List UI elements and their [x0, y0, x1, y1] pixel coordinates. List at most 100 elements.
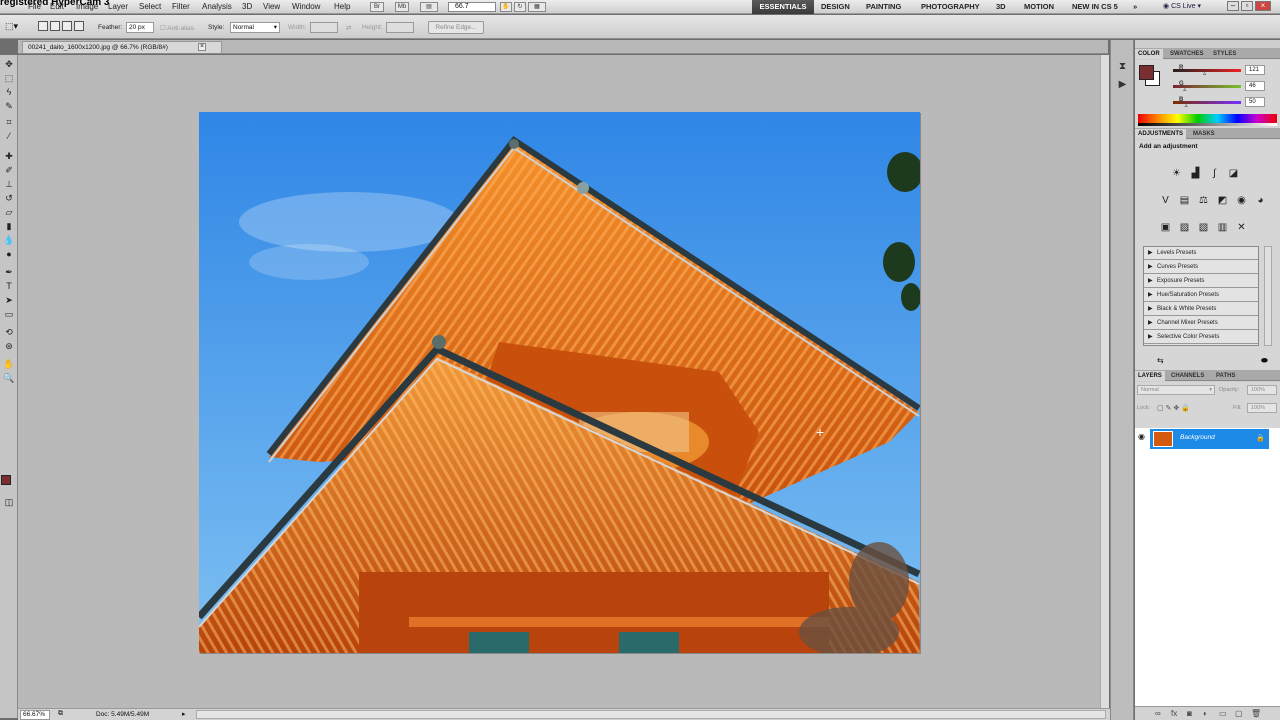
- type-tool-icon[interactable]: T: [2, 281, 16, 292]
- history-panel-icon[interactable]: ⧗: [1116, 60, 1129, 73]
- exposure-icon[interactable]: ◪: [1227, 167, 1240, 180]
- hue-saturation-icon[interactable]: ▤: [1178, 194, 1191, 207]
- maximize-button[interactable]: ▫: [1241, 1, 1253, 11]
- tab-swatches[interactable]: SWATCHES: [1167, 49, 1207, 59]
- history-brush-tool-icon[interactable]: ↺: [2, 193, 16, 204]
- levels-icon[interactable]: ▟: [1189, 167, 1202, 180]
- document-tab[interactable]: 00241_daito_1600x1200.jpg @ 66.7% (RGB/8…: [22, 41, 222, 53]
- foreground-swatch[interactable]: [1139, 65, 1154, 80]
- menu-help[interactable]: Help: [334, 2, 350, 11]
- preset-black-white[interactable]: ▶ Black & White Presets: [1144, 303, 1258, 316]
- posterize-icon[interactable]: ▨: [1178, 221, 1191, 234]
- tab-layers[interactable]: LAYERS: [1135, 371, 1165, 381]
- 3d-rotate-tool-icon[interactable]: ⟲: [2, 327, 16, 338]
- black-white-icon[interactable]: ◩: [1216, 194, 1229, 207]
- close-icon[interactable]: ×: [198, 43, 206, 51]
- preset-curves[interactable]: ▶ Curves Presets: [1144, 261, 1258, 274]
- blend-mode-select[interactable]: Normal ▾: [1137, 385, 1215, 395]
- foreground-color[interactable]: [1, 475, 11, 485]
- opacity-input[interactable]: 100%: [1247, 385, 1277, 395]
- eraser-tool-icon[interactable]: ▱: [2, 207, 16, 218]
- tab-channels[interactable]: CHANNELS: [1168, 371, 1207, 381]
- width-input[interactable]: [310, 22, 338, 33]
- menu-window[interactable]: Window: [292, 2, 320, 11]
- gradient-map-icon[interactable]: ▥: [1216, 221, 1229, 234]
- new-group-icon[interactable]: ▭: [1219, 709, 1227, 718]
- channel-b-value[interactable]: 50: [1245, 97, 1265, 107]
- pen-tool-icon[interactable]: ✒: [2, 267, 16, 278]
- channel-b-thumb[interactable]: ▵: [1185, 103, 1189, 109]
- channel-r-value[interactable]: 121: [1245, 65, 1265, 75]
- horizontal-scrollbar[interactable]: [196, 710, 1106, 719]
- crop-tool-icon[interactable]: ⌗: [2, 117, 16, 128]
- tab-color[interactable]: COLOR: [1135, 49, 1163, 59]
- antialias-checkbox[interactable]: ☐ Anti-alias: [160, 24, 194, 32]
- add-selection-icon[interactable]: [50, 21, 60, 31]
- eyedropper-tool-icon[interactable]: ⁄: [2, 131, 16, 142]
- lasso-tool-icon[interactable]: ϟ: [2, 87, 16, 98]
- menu-3d[interactable]: 3D: [242, 2, 252, 11]
- channel-b-slider[interactable]: [1173, 101, 1241, 104]
- curves-icon[interactable]: ∫: [1208, 167, 1221, 180]
- tab-adjustments[interactable]: ADJUSTMENTS: [1135, 129, 1187, 139]
- menu-filter[interactable]: Filter: [172, 2, 190, 11]
- close-button[interactable]: ×: [1255, 1, 1271, 11]
- status-info-icon[interactable]: ⧉: [58, 710, 63, 718]
- invert-icon[interactable]: ▣: [1159, 221, 1172, 234]
- link-layers-icon[interactable]: ∞: [1155, 709, 1161, 718]
- cs-live-button[interactable]: ◉ CS Live ▾: [1163, 2, 1201, 10]
- path-selection-tool-icon[interactable]: ➤: [2, 295, 16, 306]
- style-select[interactable]: Normal ▾: [230, 22, 280, 33]
- layer-name[interactable]: Background: [1180, 434, 1215, 441]
- canvas-area[interactable]: +: [18, 55, 1108, 708]
- zoom-tool-icon[interactable]: 🔍: [2, 373, 16, 384]
- photo-filter-icon[interactable]: ◉: [1235, 194, 1248, 207]
- arrange-documents-icon[interactable]: ▦: [528, 2, 546, 12]
- status-menu-arrow-icon[interactable]: ▸: [182, 710, 186, 718]
- tab-styles[interactable]: STYLES: [1210, 49, 1239, 59]
- gradient-tool-icon[interactable]: ▮: [2, 221, 16, 232]
- workspace-painting[interactable]: PAINTING: [866, 0, 901, 14]
- preset-channel-mixer[interactable]: ▶ Channel Mixer Presets: [1144, 317, 1258, 330]
- workspace-photography[interactable]: PHOTOGRAPHY: [921, 0, 980, 14]
- layer-style-icon[interactable]: fx: [1171, 709, 1177, 718]
- layer-row[interactable]: ◉ Background 🔒: [1135, 428, 1280, 450]
- return-to-list-icon[interactable]: ⇆: [1157, 356, 1164, 365]
- dodge-tool-icon[interactable]: ●: [2, 249, 16, 260]
- color-swatches[interactable]: [1, 475, 17, 493]
- workspace-essentials[interactable]: ESSENTIALS: [752, 0, 814, 14]
- menu-select[interactable]: Select: [139, 2, 161, 11]
- shape-tool-icon[interactable]: ▭: [2, 309, 16, 320]
- tab-paths[interactable]: PATHS: [1213, 371, 1238, 381]
- healing-brush-tool-icon[interactable]: ✚: [2, 151, 16, 162]
- lock-options-icon[interactable]: ▢ ✎ ✥ 🔒: [1157, 404, 1190, 412]
- move-tool-icon[interactable]: ✥: [2, 59, 16, 70]
- channel-g-value[interactable]: 46: [1245, 81, 1265, 91]
- preset-hue-saturation[interactable]: ▶ Hue/Saturation Presets: [1144, 289, 1258, 302]
- blur-tool-icon[interactable]: 💧: [2, 235, 16, 246]
- subtract-selection-icon[interactable]: [62, 21, 72, 31]
- preset-levels[interactable]: ▶ Levels Presets: [1144, 247, 1258, 260]
- channel-r-slider[interactable]: [1173, 69, 1241, 72]
- workspace-more-button[interactable]: »: [1133, 0, 1137, 14]
- menu-analysis[interactable]: Analysis: [202, 2, 232, 11]
- menu-edit[interactable]: Edit: [50, 2, 64, 11]
- menu-view[interactable]: View: [263, 2, 280, 11]
- hand-tool-icon[interactable]: ✋: [2, 359, 16, 370]
- channel-g-thumb[interactable]: ▵: [1183, 87, 1187, 93]
- zoom-level-select[interactable]: 66.7: [448, 2, 496, 12]
- menu-layer[interactable]: Layer: [108, 2, 128, 11]
- clone-stamp-tool-icon[interactable]: ⊥: [2, 179, 16, 190]
- quick-mask-icon[interactable]: ◫: [2, 497, 16, 508]
- workspace-3d[interactable]: 3D: [996, 0, 1006, 14]
- workspace-new-in-cs5[interactable]: NEW IN CS 5: [1072, 0, 1118, 14]
- view-mode-icon[interactable]: ⬬: [1261, 356, 1268, 366]
- preset-selective-color[interactable]: ▶ Selective Color Presets: [1144, 331, 1258, 344]
- channel-r-thumb[interactable]: ▵: [1203, 71, 1207, 77]
- rotate-view-icon[interactable]: ↻: [514, 2, 526, 12]
- view-extras-icon[interactable]: ▤: [420, 2, 438, 12]
- color-spectrum-ramp[interactable]: [1138, 114, 1277, 123]
- zoom-field[interactable]: 66.67%: [20, 710, 50, 720]
- feather-input[interactable]: 20 px: [126, 22, 154, 33]
- delete-layer-icon[interactable]: 🗑: [1251, 709, 1261, 718]
